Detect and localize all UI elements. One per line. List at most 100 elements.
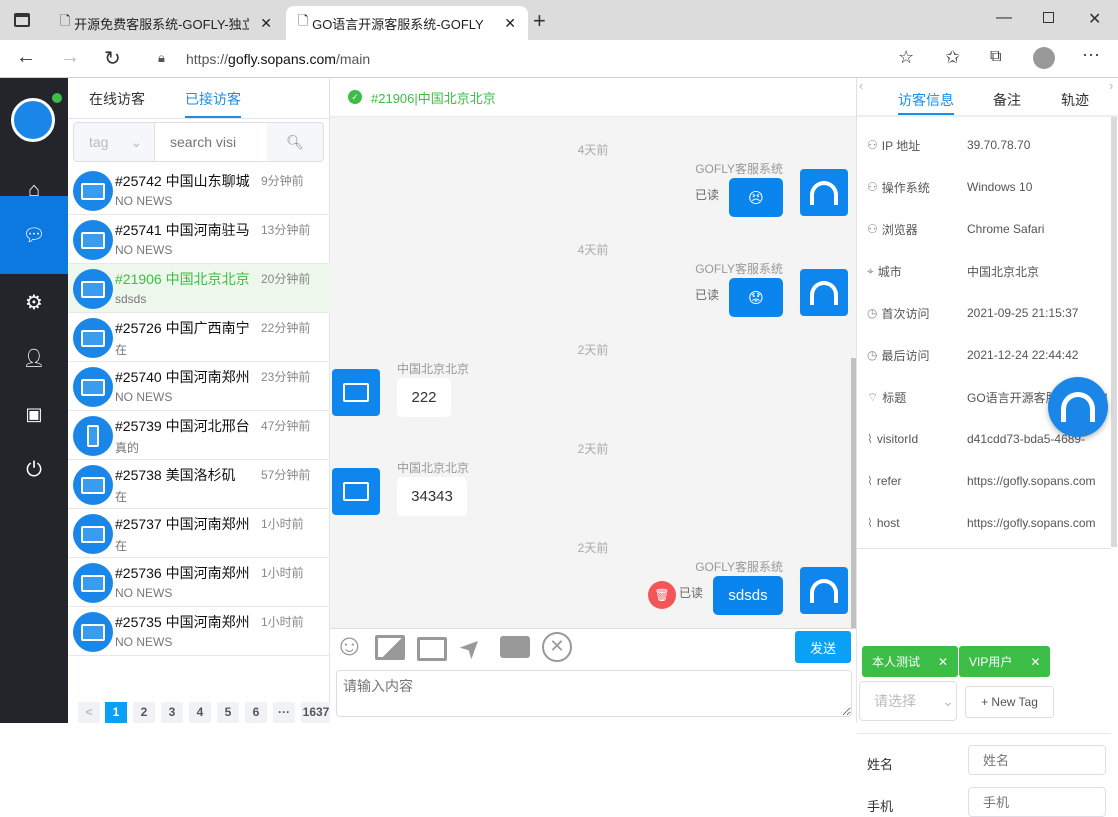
search-input[interactable] — [155, 123, 267, 161]
page-button[interactable]: 6 — [245, 702, 267, 723]
new-tab-icon[interactable]: + — [533, 8, 546, 34]
visitor-time: 9分钟前 — [261, 174, 304, 188]
refresh-icon[interactable]: ↻ — [104, 46, 121, 71]
more-icon[interactable]: ··· — [1082, 44, 1100, 65]
page-button[interactable]: 1 — [105, 702, 127, 723]
message-input[interactable] — [336, 670, 852, 717]
visitor-list-item[interactable]: #21906 中国北京北京 20分钟前 sdsds — [68, 264, 330, 313]
message-time: 4天前 — [577, 143, 609, 157]
scroll-left-icon[interactable]: ‹ — [859, 78, 863, 93]
message-bubble: 222 — [397, 378, 451, 417]
close-icon[interactable]: ✕ — [938, 655, 948, 669]
info-value: 中国北京北京 — [967, 264, 1040, 279]
desktop-icon — [73, 465, 113, 505]
chat-icon[interactable]: 💬︎ — [0, 196, 68, 274]
info-row: ⌇ refer https://gofly.sopans.com — [867, 471, 1117, 491]
message-time: 4天前 — [577, 243, 609, 257]
tab-accepted-visitors[interactable]: 已接访客 — [185, 78, 241, 118]
comment-icon[interactable] — [500, 636, 530, 658]
page-button[interactable]: ··· — [273, 702, 295, 723]
tab-visitor-info[interactable]: 访客信息 — [898, 90, 954, 110]
tab-actions-icon[interactable] — [14, 13, 30, 27]
close-icon[interactable]: ✕ — [1030, 655, 1040, 669]
close-icon[interactable]: ✕ — [260, 15, 272, 32]
visitor-time: 1小时前 — [261, 566, 304, 580]
info-row: ⌇ host https://gofly.sopans.com — [867, 513, 1117, 533]
phone-input[interactable] — [968, 787, 1106, 817]
info-value: 2021-12-24 22:44:42 — [967, 348, 1079, 362]
visitor-list-item[interactable]: #25738 美国洛杉矶 57分钟前 在 — [68, 460, 330, 509]
chevron-down-icon: ⌄ — [130, 133, 143, 150]
visitor-list-item[interactable]: #25735 中国河南郑州 1小时前 NO NEWS — [68, 607, 330, 656]
favorites-icon[interactable]: ✩ — [945, 47, 960, 68]
maximize-icon[interactable] — [1043, 12, 1054, 23]
tab-trace[interactable]: 轨迹 — [1061, 90, 1089, 110]
location-icon: ⌖ — [867, 263, 874, 278]
folder-icon[interactable] — [417, 637, 447, 661]
info-label: IP 地址 — [881, 138, 921, 153]
page-button[interactable]: 1637 — [301, 702, 331, 723]
visitor-title: #25737 中国河南郑州 — [115, 516, 250, 532]
visitor-list-item[interactable]: #25726 中国广西南宁 22分钟前 在 — [68, 313, 330, 362]
sender-name: 中国北京北京 — [397, 362, 470, 376]
back-icon[interactable]: ← — [16, 46, 36, 69]
check-circle-icon: ✓ — [348, 90, 362, 104]
search-icon[interactable]: 🔍︎ — [267, 123, 323, 161]
power-icon[interactable]: ⏻ — [0, 442, 68, 498]
info-row: ◷ 首次访问 2021-09-25 21:15:37 — [867, 303, 1117, 323]
tag-select[interactable]: 请选择 ⌄ — [859, 681, 957, 721]
paperclip-icon: ⌇ — [867, 516, 873, 530]
floating-chat-widget-button[interactable] — [1048, 377, 1108, 437]
tag-select[interactable]: tag ⌄ — [74, 123, 155, 161]
send-button[interactable]: 发送 — [795, 631, 851, 663]
message-area: 4天前 GOFLY客服系统 😣 已读 4天前 GOFLY客服系统 😟 已读 2天前 中国北… — [330, 78, 856, 628]
page-button[interactable]: 5 — [217, 702, 239, 723]
url-field[interactable]: 🔒︎ https://gofly.sopans.com/main — [142, 44, 890, 74]
visitor-list-item[interactable]: #25741 中国河南驻马 13分钟前 NO NEWS — [68, 215, 330, 264]
new-tag-button[interactable]: + New Tag — [965, 686, 1054, 718]
close-icon[interactable]: ✕ — [504, 15, 516, 32]
page-icon: 🗋 — [60, 13, 75, 28]
visitor-time: 57分钟前 — [261, 468, 311, 482]
emoji-icon[interactable]: ☺ — [334, 629, 365, 663]
visitor-time: 47分钟前 — [261, 419, 311, 433]
page-button[interactable]: 3 — [161, 702, 183, 723]
chat-header: ✓ #21906|中国北京北京 — [330, 78, 856, 116]
profile-avatar[interactable] — [1033, 47, 1055, 69]
browser-tab[interactable]: 🗋 开源免费客服系统-GOFLY-独立部 ✕ — [48, 6, 284, 40]
visitor-list-item[interactable]: #25742 中国山东聊城 9分钟前 NO NEWS — [68, 166, 330, 215]
visitor-list-item[interactable]: #25736 中国河南郑州 1小时前 NO NEWS — [68, 558, 330, 607]
send-location-icon[interactable]: ➤ — [452, 629, 489, 666]
settings-icon[interactable]: ⚙ — [0, 274, 68, 330]
page-button[interactable]: 2 — [133, 702, 155, 723]
browser-tab-active[interactable]: 🗋 GO语言开源客服系统-GOFLY ✕ — [286, 6, 528, 40]
forward-icon[interactable]: → — [60, 46, 80, 69]
visitor-list-item[interactable]: #25737 中国河南郑州 1小时前 在 — [68, 509, 330, 558]
visitor-time: 23分钟前 — [261, 370, 311, 384]
delete-icon[interactable]: 🗑︎ — [648, 581, 676, 609]
message-time: 2天前 — [577, 442, 609, 456]
user-icon[interactable]: 👤︎ — [0, 330, 68, 386]
close-chat-icon[interactable]: ✕ — [542, 632, 572, 662]
prev-page-button[interactable]: < — [78, 702, 100, 723]
chip-icon[interactable]: ▣ — [0, 386, 68, 442]
agent-avatar — [800, 169, 848, 216]
minimize-icon[interactable]: — — [996, 9, 1012, 27]
info-value: Windows 10 — [967, 180, 1033, 194]
visitor-title: #25735 中国河南郑州 — [115, 614, 250, 630]
visitor-list-item[interactable]: #25739 中国河北邢台 47分钟前 真的 — [68, 411, 330, 460]
tab-notes[interactable]: 备注 — [993, 90, 1021, 110]
collections-icon[interactable]: ⧉ — [990, 48, 1001, 66]
visitor-list-item[interactable]: #25740 中国河南郑州 23分钟前 NO NEWS — [68, 362, 330, 411]
read-status: 已读 — [694, 288, 719, 302]
scroll-right-icon[interactable]: › — [1109, 78, 1113, 93]
visitor-last-message: 真的 — [115, 441, 140, 455]
favorite-add-icon[interactable]: ☆ — [898, 47, 914, 68]
search-bar: tag⌄ 🔍︎ — [73, 122, 324, 162]
image-icon[interactable] — [375, 635, 405, 660]
name-input[interactable] — [968, 745, 1106, 775]
visitor-last-message: 在 — [115, 539, 128, 553]
page-button[interactable]: 4 — [189, 702, 211, 723]
close-window-icon[interactable]: ✕ — [1088, 9, 1101, 29]
tab-online-visitors[interactable]: 在线访客 — [89, 78, 145, 118]
